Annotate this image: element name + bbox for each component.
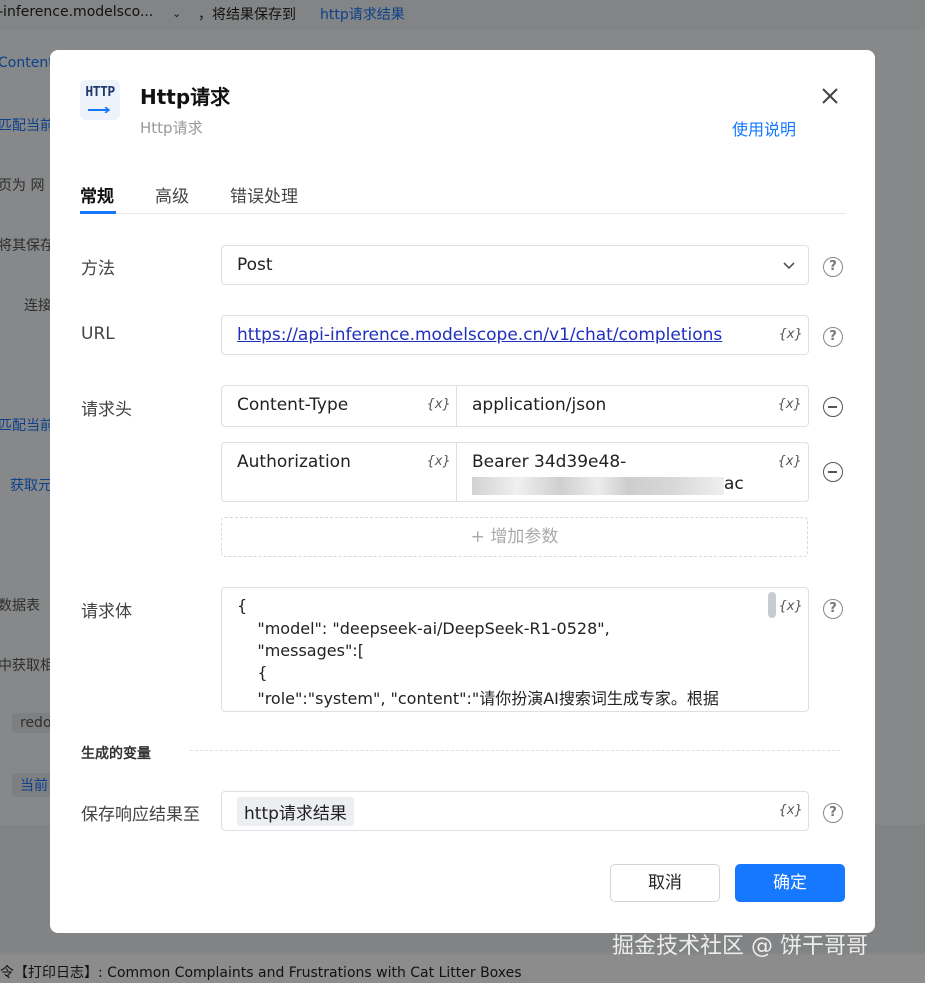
variable-insert-icon[interactable]: {x}	[779, 327, 802, 342]
body-line: "messages":[	[237, 641, 364, 660]
variable-insert-icon[interactable]: {x}	[779, 599, 802, 614]
body-line: {	[237, 596, 248, 615]
active-tab-indicator	[80, 211, 116, 214]
generated-variables-title: 生成的变量	[81, 746, 151, 762]
divider	[456, 386, 457, 426]
watermark-text: 掘金技术社区 @ 饼干哥哥	[612, 934, 868, 959]
url-value[interactable]: https://api-inference.modelscope.cn/v1/c…	[237, 325, 722, 345]
header-row: Content-Type {x} application/json {x}	[221, 385, 809, 427]
http-logo-icon: HTTP	[80, 80, 120, 120]
help-icon[interactable]: ?	[823, 599, 843, 619]
remove-header-icon[interactable]	[823, 397, 843, 417]
close-icon[interactable]	[818, 84, 842, 108]
http-request-dialog: HTTP Http请求 Http请求 使用说明 常规 高级 错误处理 方法 Po…	[50, 50, 875, 933]
divider	[456, 443, 457, 501]
dialog-title: Http请求	[140, 85, 231, 109]
request-body-editor[interactable]: { "model": "deepseek-ai/DeepSeek-R1-0528…	[221, 587, 809, 712]
headers-label: 请求头	[81, 400, 132, 420]
variable-insert-icon[interactable]: {x}	[778, 454, 801, 469]
url-label: URL	[81, 324, 115, 344]
chevron-down-icon	[783, 262, 795, 270]
cancel-button[interactable]: 取消	[610, 864, 720, 902]
variable-insert-icon[interactable]: {x}	[427, 397, 450, 412]
header-value-input[interactable]: application/json	[472, 395, 606, 415]
body-line: "role":"system", "content":"请你扮演AI搜索词生成专…	[237, 689, 719, 708]
tab-advanced[interactable]: 高级	[155, 182, 189, 207]
arrow-right-icon	[88, 107, 111, 113]
body-label: 请求体	[81, 602, 132, 622]
redacted-token-blur	[472, 477, 724, 495]
body-line: {	[237, 663, 268, 682]
tab-general[interactable]: 常规	[80, 182, 114, 207]
remove-header-icon[interactable]	[823, 462, 843, 482]
save-response-label: 保存响应结果至	[81, 805, 200, 825]
variable-insert-icon[interactable]: {x}	[427, 454, 450, 469]
variable-chip[interactable]: http请求结果	[237, 797, 354, 826]
header-row: Authorization {x} Bearer 34d39e48- ac {x…	[221, 442, 809, 502]
tab-error-handling[interactable]: 错误处理	[230, 182, 298, 207]
tab-bar: 常规 高级 错误处理	[80, 178, 846, 214]
method-label: 方法	[81, 259, 115, 279]
add-parameter-button[interactable]: + 增加参数	[221, 517, 808, 557]
save-response-input[interactable]: http请求结果 {x}	[221, 791, 809, 831]
confirm-button[interactable]: 确定	[735, 864, 845, 902]
help-icon[interactable]: ?	[823, 803, 843, 823]
divider	[190, 750, 840, 751]
header-value-tail: ac	[724, 474, 744, 494]
help-icon[interactable]: ?	[823, 327, 843, 347]
logo-text: HTTP	[85, 85, 115, 100]
dialog-subtitle: Http请求	[140, 119, 203, 137]
body-line: "model": "deepseek-ai/DeepSeek-R1-0528",	[237, 619, 610, 638]
variable-insert-icon[interactable]: {x}	[779, 803, 802, 818]
url-input[interactable]: https://api-inference.modelscope.cn/v1/c…	[221, 315, 809, 355]
method-value: Post	[237, 255, 273, 275]
help-icon[interactable]: ?	[823, 257, 843, 277]
header-key-input[interactable]: Content-Type	[237, 395, 348, 415]
variable-insert-icon[interactable]: {x}	[778, 397, 801, 412]
scrollbar-thumb[interactable]	[768, 592, 776, 618]
usage-help-link[interactable]: 使用说明	[732, 116, 796, 140]
method-select[interactable]: Post	[221, 245, 809, 285]
header-value-input[interactable]: Bearer 34d39e48-	[472, 452, 626, 472]
header-key-input[interactable]: Authorization	[237, 452, 351, 472]
